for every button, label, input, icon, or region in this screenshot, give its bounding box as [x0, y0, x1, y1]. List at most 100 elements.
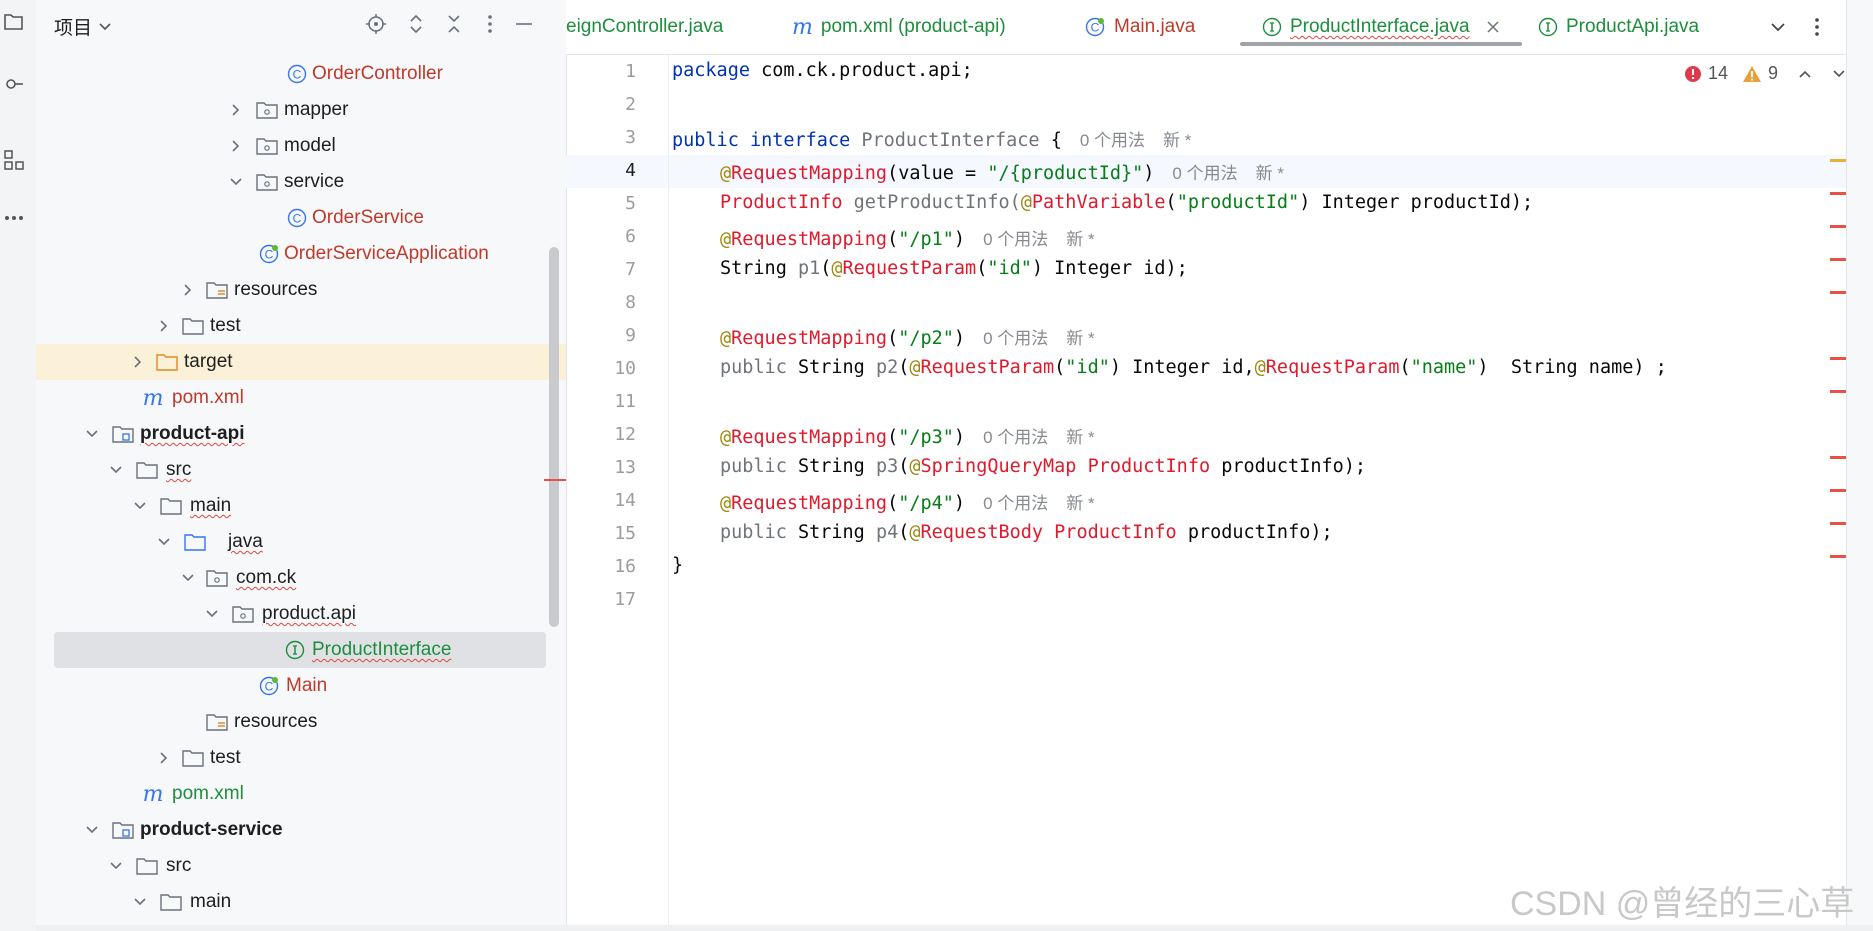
tree-item-label: test — [210, 747, 241, 768]
tree-item[interactable]: m pom.xml — [36, 776, 566, 812]
chevron-right-icon[interactable] — [156, 750, 172, 766]
tree-item-label: src — [166, 459, 192, 480]
chevron-down-icon[interactable] — [108, 858, 124, 874]
chevron-down-icon[interactable] — [108, 462, 124, 478]
line-number: 11 — [614, 391, 636, 412]
tree-item[interactable]: main — [36, 884, 566, 920]
tab-pom-product-api[interactable]: m pom.xml (product-api) — [792, 0, 1006, 54]
chevron-down-icon[interactable] — [84, 426, 100, 442]
options-icon[interactable] — [478, 12, 502, 36]
line-number: 8 — [625, 292, 636, 313]
tab-product-api[interactable]: ProductApi.java — [1538, 0, 1699, 54]
usage-hint[interactable]: 0 个用法 — [1080, 131, 1145, 150]
usage-hint[interactable]: 0 个用法 — [1172, 164, 1237, 183]
code-line: package com.ck.product.api; — [672, 60, 973, 81]
tree-item[interactable]: ProductInterface — [36, 632, 566, 668]
chevron-down-icon[interactable] — [84, 822, 100, 838]
hide-panel-icon[interactable] — [512, 12, 536, 36]
chevron-right-icon[interactable] — [228, 102, 244, 118]
tab-main[interactable]: C Main.java — [1084, 0, 1195, 54]
tree-item[interactable]: product.api — [36, 596, 566, 632]
tree-item[interactable]: test — [36, 740, 566, 776]
chevron-down-icon[interactable] — [180, 570, 196, 586]
package-icon — [256, 135, 278, 157]
tree-item[interactable]: java — [36, 524, 566, 560]
locate-file-icon[interactable] — [364, 12, 388, 36]
tree-item[interactable]: m pom.xml — [36, 380, 566, 416]
tab-list-dropdown[interactable] — [1770, 0, 1786, 54]
new-hint: 新 * — [1066, 428, 1095, 447]
structure-icon[interactable] — [0, 146, 28, 174]
tree-item[interactable]: test — [36, 308, 566, 344]
usage-hint[interactable]: 0 个用法 — [983, 230, 1048, 249]
tree-item[interactable]: resources — [36, 704, 566, 740]
tree-item[interactable]: mapper — [36, 92, 566, 128]
usage-hint[interactable]: 0 个用法 — [983, 329, 1048, 348]
tree-item[interactable]: src — [36, 848, 566, 884]
tree-item[interactable]: product-service — [36, 812, 566, 848]
svg-text:C: C — [293, 212, 302, 226]
tree-item[interactable]: model — [36, 128, 566, 164]
folder-icon — [136, 459, 158, 481]
tab-product-interface[interactable]: ProductInterface.java — [1240, 0, 1522, 54]
chevron-right-icon[interactable] — [130, 354, 146, 370]
code-line: public String p3(@SpringQueryMap Product… — [720, 456, 1367, 477]
chevron-down-icon[interactable] — [156, 534, 172, 550]
tree-item[interactable]: service — [36, 164, 566, 200]
new-hint: 新 * — [1066, 329, 1095, 348]
chevron-down-icon — [1771, 23, 1785, 32]
tree-item[interactable]: com.ck — [36, 560, 566, 596]
chevron-down-icon[interactable] — [132, 894, 148, 910]
tree-item-label: model — [284, 135, 336, 156]
tree-item[interactable]: src — [36, 452, 566, 488]
chevron-down-icon[interactable] — [1832, 69, 1846, 79]
chevron-right-icon[interactable] — [228, 138, 244, 154]
package-icon — [232, 603, 254, 625]
code-line: ProductInfo getProductInfo(@PathVariable… — [720, 192, 1534, 213]
chevron-down-icon — [99, 22, 111, 30]
tab-options[interactable] — [1814, 0, 1820, 54]
tab-feign-controller[interactable]: eignController.java — [566, 0, 723, 54]
resources-folder-icon — [206, 711, 228, 733]
commit-icon[interactable] — [0, 70, 28, 98]
line-number: 4 — [625, 160, 636, 181]
tree-item[interactable]: resources — [36, 272, 566, 308]
code-line: @RequestMapping("/p1") 0 个用法新 * — [720, 229, 1095, 250]
project-folder-icon[interactable] — [0, 8, 28, 36]
chevron-up-icon[interactable] — [1798, 69, 1812, 79]
chevron-right-icon[interactable] — [156, 318, 172, 334]
maven-icon: m — [792, 14, 813, 40]
project-panel-title[interactable]: 项目 — [54, 13, 112, 40]
folder-icon — [160, 891, 182, 913]
tree-item-label: product-service — [140, 819, 283, 840]
chevron-down-icon[interactable] — [204, 606, 220, 622]
line-number: 16 — [614, 556, 636, 577]
tree-item[interactable]: target — [36, 344, 566, 380]
expand-all-icon[interactable] — [404, 12, 428, 36]
folder-icon — [182, 747, 204, 769]
tool-window-strip — [0, 0, 37, 931]
tree-item[interactable]: C Main — [36, 668, 566, 704]
tree-item[interactable]: C OrderController — [36, 56, 566, 92]
tree-item[interactable]: C OrderServiceApplication — [36, 236, 566, 272]
tree-item[interactable]: main — [36, 488, 566, 524]
tree-scrollbar[interactable] — [549, 247, 559, 627]
more-tools-icon[interactable] — [0, 204, 28, 232]
code-editor[interactable]: 1 2 3 4 5 6 7 8 9 10 11 12 13 14 15 16 1… — [566, 55, 1848, 931]
usage-hint[interactable]: 0 个用法 — [983, 428, 1048, 447]
chevron-down-icon[interactable] — [132, 498, 148, 514]
tree-item[interactable]: product-api — [36, 416, 566, 452]
chevron-right-icon[interactable] — [180, 282, 196, 298]
resources-folder-icon — [206, 279, 228, 301]
close-icon[interactable] — [1486, 20, 1500, 34]
chevron-down-icon[interactable] — [228, 174, 244, 190]
excluded-folder-icon — [156, 351, 178, 373]
collapse-all-icon[interactable] — [442, 12, 466, 36]
interface-icon — [1262, 17, 1282, 37]
tree-item-label: OrderServiceApplication — [284, 243, 489, 264]
usage-hint[interactable]: 0 个用法 — [983, 494, 1048, 513]
interface-icon — [1538, 17, 1558, 37]
tree-item[interactable]: C OrderService — [36, 200, 566, 236]
inspection-widget[interactable]: 14 9 — [1684, 63, 1846, 84]
line-number: 10 — [614, 358, 636, 379]
